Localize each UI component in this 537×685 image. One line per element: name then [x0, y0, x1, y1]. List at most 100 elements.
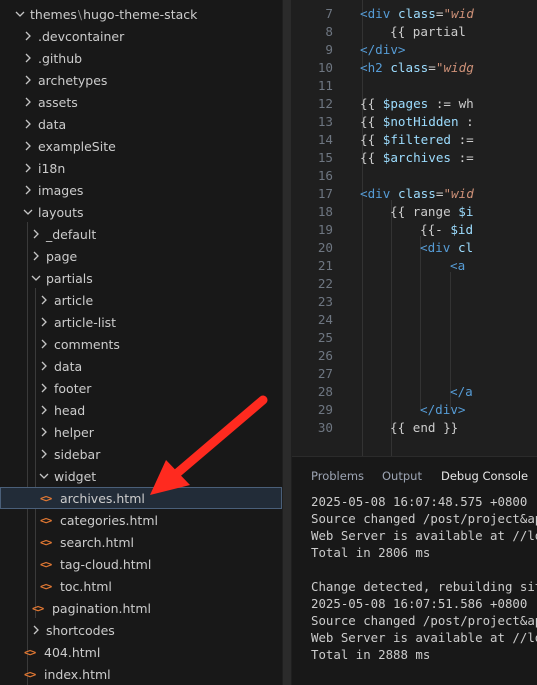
- tree-folder[interactable]: comments: [0, 333, 282, 355]
- html-file-icon: <>: [40, 557, 52, 571]
- tree-folder[interactable]: .github: [0, 47, 282, 69]
- tree-folder[interactable]: exampleSite: [0, 135, 282, 157]
- line-number: 17: [317, 186, 333, 201]
- tab-debug-console[interactable]: Debug Console: [441, 469, 528, 483]
- tree-folder[interactable]: data: [0, 113, 282, 135]
- chevron-right-icon: [36, 402, 52, 418]
- code-line[interactable]: 7 <div class="wid: [292, 5, 537, 23]
- tree-folder[interactable]: assets: [0, 91, 282, 113]
- tree-folder[interactable]: layouts: [0, 201, 282, 223]
- explorer-scrollbar[interactable]: [282, 0, 292, 685]
- tree-item-label: article: [54, 292, 94, 308]
- tree-item-label: head: [54, 402, 86, 418]
- tree-folder[interactable]: page: [0, 245, 282, 267]
- output-line: Web Server is available at //loca: [311, 630, 537, 645]
- line-number: 23: [317, 294, 333, 309]
- line-number: 16: [317, 168, 333, 183]
- tree-folder[interactable]: article: [0, 289, 282, 311]
- code-line[interactable]: 28 </a: [292, 383, 537, 401]
- code-line[interactable]: 29 </div>: [292, 401, 537, 419]
- tree-file[interactable]: <> toc.html: [0, 575, 282, 597]
- tree-file[interactable]: <> pagination.html: [0, 597, 282, 619]
- code-line[interactable]: 11: [292, 77, 537, 95]
- chevron-right-icon: [20, 116, 36, 132]
- line-number: 30: [317, 420, 333, 435]
- tree-item-label: data: [38, 116, 67, 132]
- tree-folder[interactable]: .devcontainer: [0, 25, 282, 47]
- code-line[interactable]: 9 </div>: [292, 41, 537, 59]
- code-line[interactable]: 26: [292, 347, 537, 365]
- code-line[interactable]: 13 {{ $notHidden :: [292, 113, 537, 131]
- tree-folder[interactable]: widget: [0, 465, 282, 487]
- code-text: </a: [450, 384, 473, 399]
- tree-folder[interactable]: footer: [0, 377, 282, 399]
- tree-file[interactable]: <> 404.html: [0, 641, 282, 663]
- code-line[interactable]: 20 <div cl: [292, 239, 537, 257]
- code-line[interactable]: 24: [292, 311, 537, 329]
- tree-folder[interactable]: sidebar: [0, 443, 282, 465]
- code-line[interactable]: 10 <h2 class="widg: [292, 59, 537, 77]
- code-line[interactable]: 25: [292, 329, 537, 347]
- code-line[interactable]: 18 {{ range $i: [292, 203, 537, 221]
- chevron-right-icon: [36, 358, 52, 374]
- tree-folder[interactable]: data: [0, 355, 282, 377]
- tree-item-label: shortcodes: [46, 622, 115, 638]
- code-line[interactable]: 12 {{ $pages := wh: [292, 95, 537, 113]
- tree-folder[interactable]: i18n: [0, 157, 282, 179]
- tree-folder[interactable]: archetypes: [0, 69, 282, 91]
- code-line[interactable]: 14 {{ $filtered :=: [292, 131, 537, 149]
- chevron-right-icon: [20, 138, 36, 154]
- code-line[interactable]: 23: [292, 293, 537, 311]
- tree-file[interactable]: <> search.html: [0, 531, 282, 553]
- output-line: Source changed /post/project&appl: [311, 511, 537, 526]
- explorer-panel: themes \ hugo-theme-stack .devcontainer .git…: [0, 0, 282, 685]
- tree-folder[interactable]: helper: [0, 421, 282, 443]
- line-number: 13: [317, 114, 333, 129]
- tree-file[interactable]: <> archives.html: [0, 487, 282, 509]
- panel-tabs: Problems Output Debug Console: [292, 457, 537, 495]
- line-number: 26: [317, 348, 333, 363]
- tree-file[interactable]: <> index.html: [0, 663, 282, 685]
- tree-file[interactable]: <> categories.html: [0, 509, 282, 531]
- code-line[interactable]: 22: [292, 275, 537, 293]
- code-editor[interactable]: 7 <div class="wid 8 {{ partial 9 </div> 10 <h2 …: [292, 0, 537, 456]
- tree-item-label: page: [46, 248, 78, 264]
- root-folder-label: hugo-theme-stack: [83, 6, 198, 22]
- tab-problems[interactable]: Problems: [311, 469, 364, 483]
- code-line[interactable]: 21 <a: [292, 257, 537, 275]
- code-text: <div class="wid: [360, 6, 474, 21]
- code-line[interactable]: 17 <div class="wid: [292, 185, 537, 203]
- tree-root-folder[interactable]: themes \ hugo-theme-stack: [0, 3, 282, 25]
- tree-item-label: .devcontainer: [38, 28, 125, 44]
- tree-item-label: layouts: [38, 204, 84, 220]
- code-line[interactable]: 27: [292, 365, 537, 383]
- scrollbar-thumb[interactable]: [283, 0, 291, 685]
- tree-file[interactable]: <> tag-cloud.html: [0, 553, 282, 575]
- tree-folder[interactable]: images: [0, 179, 282, 201]
- tree-item-label: assets: [38, 94, 78, 110]
- code-line[interactable]: 30 {{ end }}: [292, 419, 537, 437]
- code-line[interactable]: 15 {{ $archives :=: [292, 149, 537, 167]
- code-text: <a: [450, 258, 466, 273]
- tree-folder[interactable]: _default: [0, 223, 282, 245]
- tree-folder[interactable]: article-list: [0, 311, 282, 333]
- chevron-right-icon: [28, 248, 44, 264]
- tab-output[interactable]: Output: [382, 469, 422, 483]
- tree-item-label: tag-cloud.html: [60, 556, 152, 572]
- code-line[interactable]: 8 {{ partial: [292, 23, 537, 41]
- tree-item-label: pagination.html: [52, 600, 151, 616]
- code-line[interactable]: 19 {{- $id: [292, 221, 537, 239]
- code-line[interactable]: 16: [292, 167, 537, 185]
- html-file-icon: <>: [32, 601, 44, 615]
- tree-folder[interactable]: shortcodes: [0, 619, 282, 641]
- code-text: <h2 class="widg: [360, 60, 474, 75]
- chevron-right-icon: [36, 424, 52, 440]
- tree-folder[interactable]: head: [0, 399, 282, 421]
- tree-folder[interactable]: partials: [0, 267, 282, 289]
- tree-item-label: images: [38, 182, 84, 198]
- code-text: <div class="wid: [360, 186, 474, 201]
- code-text: {{- $id: [420, 222, 474, 237]
- tree-item-label: toc.html: [60, 578, 112, 594]
- code-text: {{ partial: [390, 24, 466, 39]
- output-line: 2025-05-08 16:07:48.575 +0800: [311, 494, 528, 509]
